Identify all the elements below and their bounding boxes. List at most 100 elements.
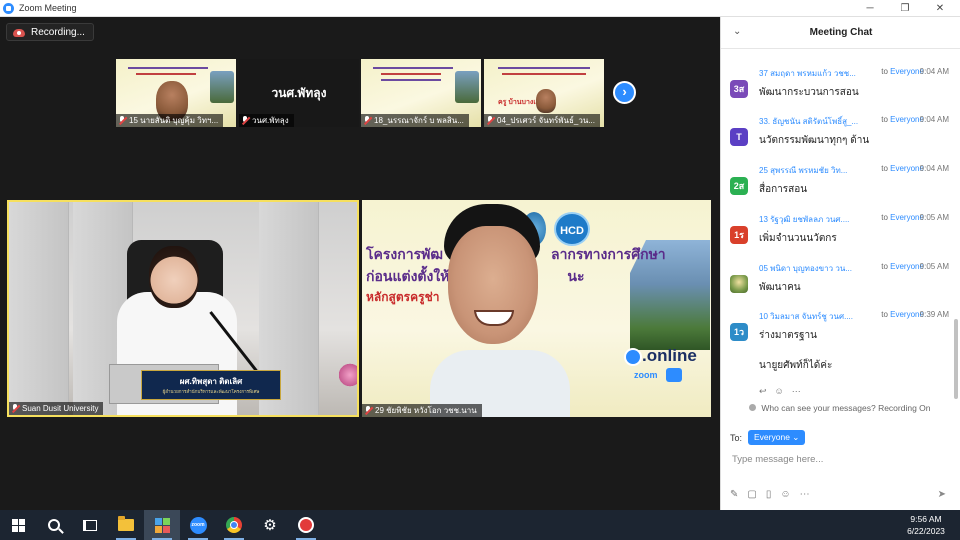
slide-stripe — [373, 67, 453, 69]
participant-person — [430, 200, 570, 417]
message-text: ร่างมาตรฐาน — [759, 330, 817, 341]
message-text: พัฒนากระบวนการสอน — [759, 87, 859, 98]
file-icon[interactable]: ▯ — [766, 489, 772, 500]
chat-scrollbar[interactable] — [954, 319, 958, 399]
participant-name: 18_นรรณาจักร์ บ พลสิน... — [374, 116, 464, 125]
participant-name: 04_ปรเศวร์ จันทร์พันธ์_วน... — [497, 116, 595, 125]
minimize-button[interactable]: ─ — [855, 0, 885, 17]
restore-button[interactable]: ❐ — [890, 0, 920, 17]
tiles-app-button[interactable] — [144, 510, 180, 540]
message-time: 9:05 AM — [919, 262, 949, 271]
participant-name: วนศ.พัทลุง — [252, 116, 289, 125]
meeting-chat-panel: ⌄ Meeting Chat 37 สมฤดา พรหมแก้ว วชช... … — [720, 17, 960, 510]
close-button[interactable]: ✕ — [925, 0, 955, 17]
file-explorer-button[interactable] — [108, 510, 144, 540]
format-icon[interactable]: ✎ — [730, 489, 738, 500]
participant-thumbnail[interactable]: 18_นรรณาจักร์ บ พลสิน... — [361, 59, 481, 127]
slide-online-text: .online — [642, 346, 697, 365]
globe-icon — [624, 348, 642, 366]
more-icon[interactable]: ⋯ — [792, 386, 801, 397]
start-button[interactable] — [0, 510, 36, 540]
chat-message-input[interactable] — [732, 450, 947, 468]
slide-stripe — [136, 73, 196, 75]
task-view-button[interactable] — [72, 510, 108, 540]
message-time: 9:04 AM — [919, 115, 949, 124]
recipient-dropdown[interactable]: Everyone ⌄ — [748, 430, 806, 445]
message-time: 9:05 AM — [919, 213, 949, 222]
slide-zoom-text: zoom — [634, 370, 658, 380]
chat-title: Meeting Chat — [809, 27, 873, 38]
message-sender: 05 พนิดา บุญทองขาว วน... — [759, 264, 852, 273]
message-to-label: to — [881, 262, 888, 271]
participant-face — [448, 226, 538, 344]
message-text: นวัตกรรมพัฒนาทุกๆ ด้าน — [759, 135, 870, 146]
mic-muted-icon — [11, 404, 19, 413]
message-meta: 25 สุพรรณี พรหมชัย วิท... to Everyone 9:… — [759, 164, 959, 176]
reply-icon[interactable]: ↩ — [759, 386, 767, 397]
search-button[interactable] — [36, 510, 72, 540]
mic-muted-icon — [363, 116, 371, 125]
message-text: นายูยศัพท์ก็ได้ค่ะ — [759, 360, 833, 371]
participant-thumbnail[interactable]: วนศ.พัทลุง วนศ.พัทลุง — [239, 59, 359, 127]
next-page-arrow-button[interactable]: › — [613, 81, 636, 104]
recorder-taskbar-button[interactable] — [288, 510, 324, 540]
screen: Zoom Meeting ─ ❐ ✕ Recording... 15 นายสั… — [0, 0, 960, 540]
desk-nameplate: ผศ.ทิพสุดา ติตเลิศ ผู้อำนวยการสำนักบริหา… — [141, 370, 281, 400]
visibility-text: Who can see your messages? Recording On — [761, 403, 931, 413]
avatar-photo — [730, 275, 748, 293]
message-to-label: to — [881, 310, 888, 319]
more-icon[interactable]: ⋯ — [800, 489, 810, 500]
message-time: 9:04 AM — [919, 67, 949, 76]
message-meta: 05 พนิดา บุญทองขาว วน... to Everyone 9:0… — [759, 262, 959, 274]
mic-muted-icon — [364, 406, 372, 415]
cloud-record-icon — [13, 28, 25, 37]
message-meta: 33. ธัญชนัน สติรัตน์โพธิ์สู_... to Every… — [759, 115, 959, 127]
wall-panel — [9, 202, 69, 415]
zoom-taskbar-button[interactable]: zoom — [180, 510, 216, 540]
chrome-taskbar-button[interactable] — [216, 510, 252, 540]
screenshot-icon[interactable]: ▢ — [747, 489, 756, 500]
search-icon — [48, 519, 60, 531]
window-title: Zoom Meeting — [19, 3, 77, 13]
system-clock[interactable]: 9:56 AM 6/22/2023 — [896, 510, 956, 540]
video-tile[interactable]: HCD โครงการพัฒ ลากรทางการศึกษา ก่อนแต่งตั… — [362, 200, 711, 417]
flower-decoration — [339, 360, 357, 390]
slide-stripe — [381, 73, 441, 75]
zoom-logo-icon — [3, 2, 14, 14]
message-meta: 37 สมฤดา พรหมแก้ว วชช... to Everyone 9:0… — [759, 67, 959, 79]
participant-thumbnail[interactable]: 15 นายสันติ บุญคุ้ม วิทฯ... — [116, 59, 236, 127]
visibility-note[interactable]: Who can see your messages? Recording On — [749, 403, 931, 413]
participant-name-bar: 29 ชัยพิชัย หวังโอก วชช.นาน — [362, 404, 482, 417]
participant-name-bar: 15 นายสันติ บุญคุ้ม วิทฯ... — [116, 114, 224, 127]
participant-name-bar: วนศ.พัทลุง — [239, 114, 294, 127]
to-label: To: — [730, 432, 743, 443]
recording-indicator[interactable]: Recording... — [6, 23, 94, 41]
participant-name-bar: Suan Dusit University — [9, 402, 104, 415]
message-sender: 33. ธัญชนัน สติรัตน์โพธิ์สู_... — [759, 117, 859, 126]
message-to-label: to — [881, 164, 888, 173]
clock-time: 9:56 AM — [910, 514, 942, 524]
nameplate-name: ผศ.ทิพสุดา ติตเลิศ — [179, 377, 243, 386]
avatar: 1ว — [730, 323, 748, 341]
message-sender: 13 รัฐวุฒิ ยชพัลลภ วนศ.... — [759, 215, 850, 224]
avatar: 1ร — [730, 226, 748, 244]
zoom-app-icon: zoom — [189, 516, 207, 534]
speaker-head — [149, 246, 199, 308]
participant-name-bar: 18_นรรณาจักร์ บ พลสิน... — [361, 114, 469, 127]
recording-label: Recording... — [31, 26, 85, 38]
emoji-icon[interactable]: ☺ — [780, 489, 790, 500]
participant-name: 15 นายสันติ บุญคุ้ม วิทฯ... — [129, 116, 219, 125]
participant-thumbnail[interactable]: ครู บ้านบางเสน 04_ปรเศวร์ จันทร์พันธ์_วน… — [484, 59, 604, 127]
chat-toolbar: ✎ ▢ ▯ ☺ ⋯ — [730, 489, 810, 500]
avatar: 3ส — [730, 80, 748, 98]
gear-icon: ⚙ — [263, 516, 277, 534]
zoom-camera-icon — [666, 368, 682, 382]
settings-taskbar-button[interactable]: ⚙ — [252, 510, 288, 540]
message-text: สื่อการสอน — [759, 184, 808, 195]
send-icon[interactable]: ➤ — [938, 489, 946, 500]
chrome-icon — [226, 517, 242, 533]
video-tile-active-speaker[interactable]: ผศ.ทิพสุดา ติตเลิศ ผู้อำนวยการสำนักบริหา… — [7, 200, 359, 417]
emoji-reaction-icon[interactable]: ☺ — [775, 386, 784, 397]
windows-logo-icon — [11, 518, 25, 532]
message-time: 9:39 AM — [919, 310, 949, 319]
